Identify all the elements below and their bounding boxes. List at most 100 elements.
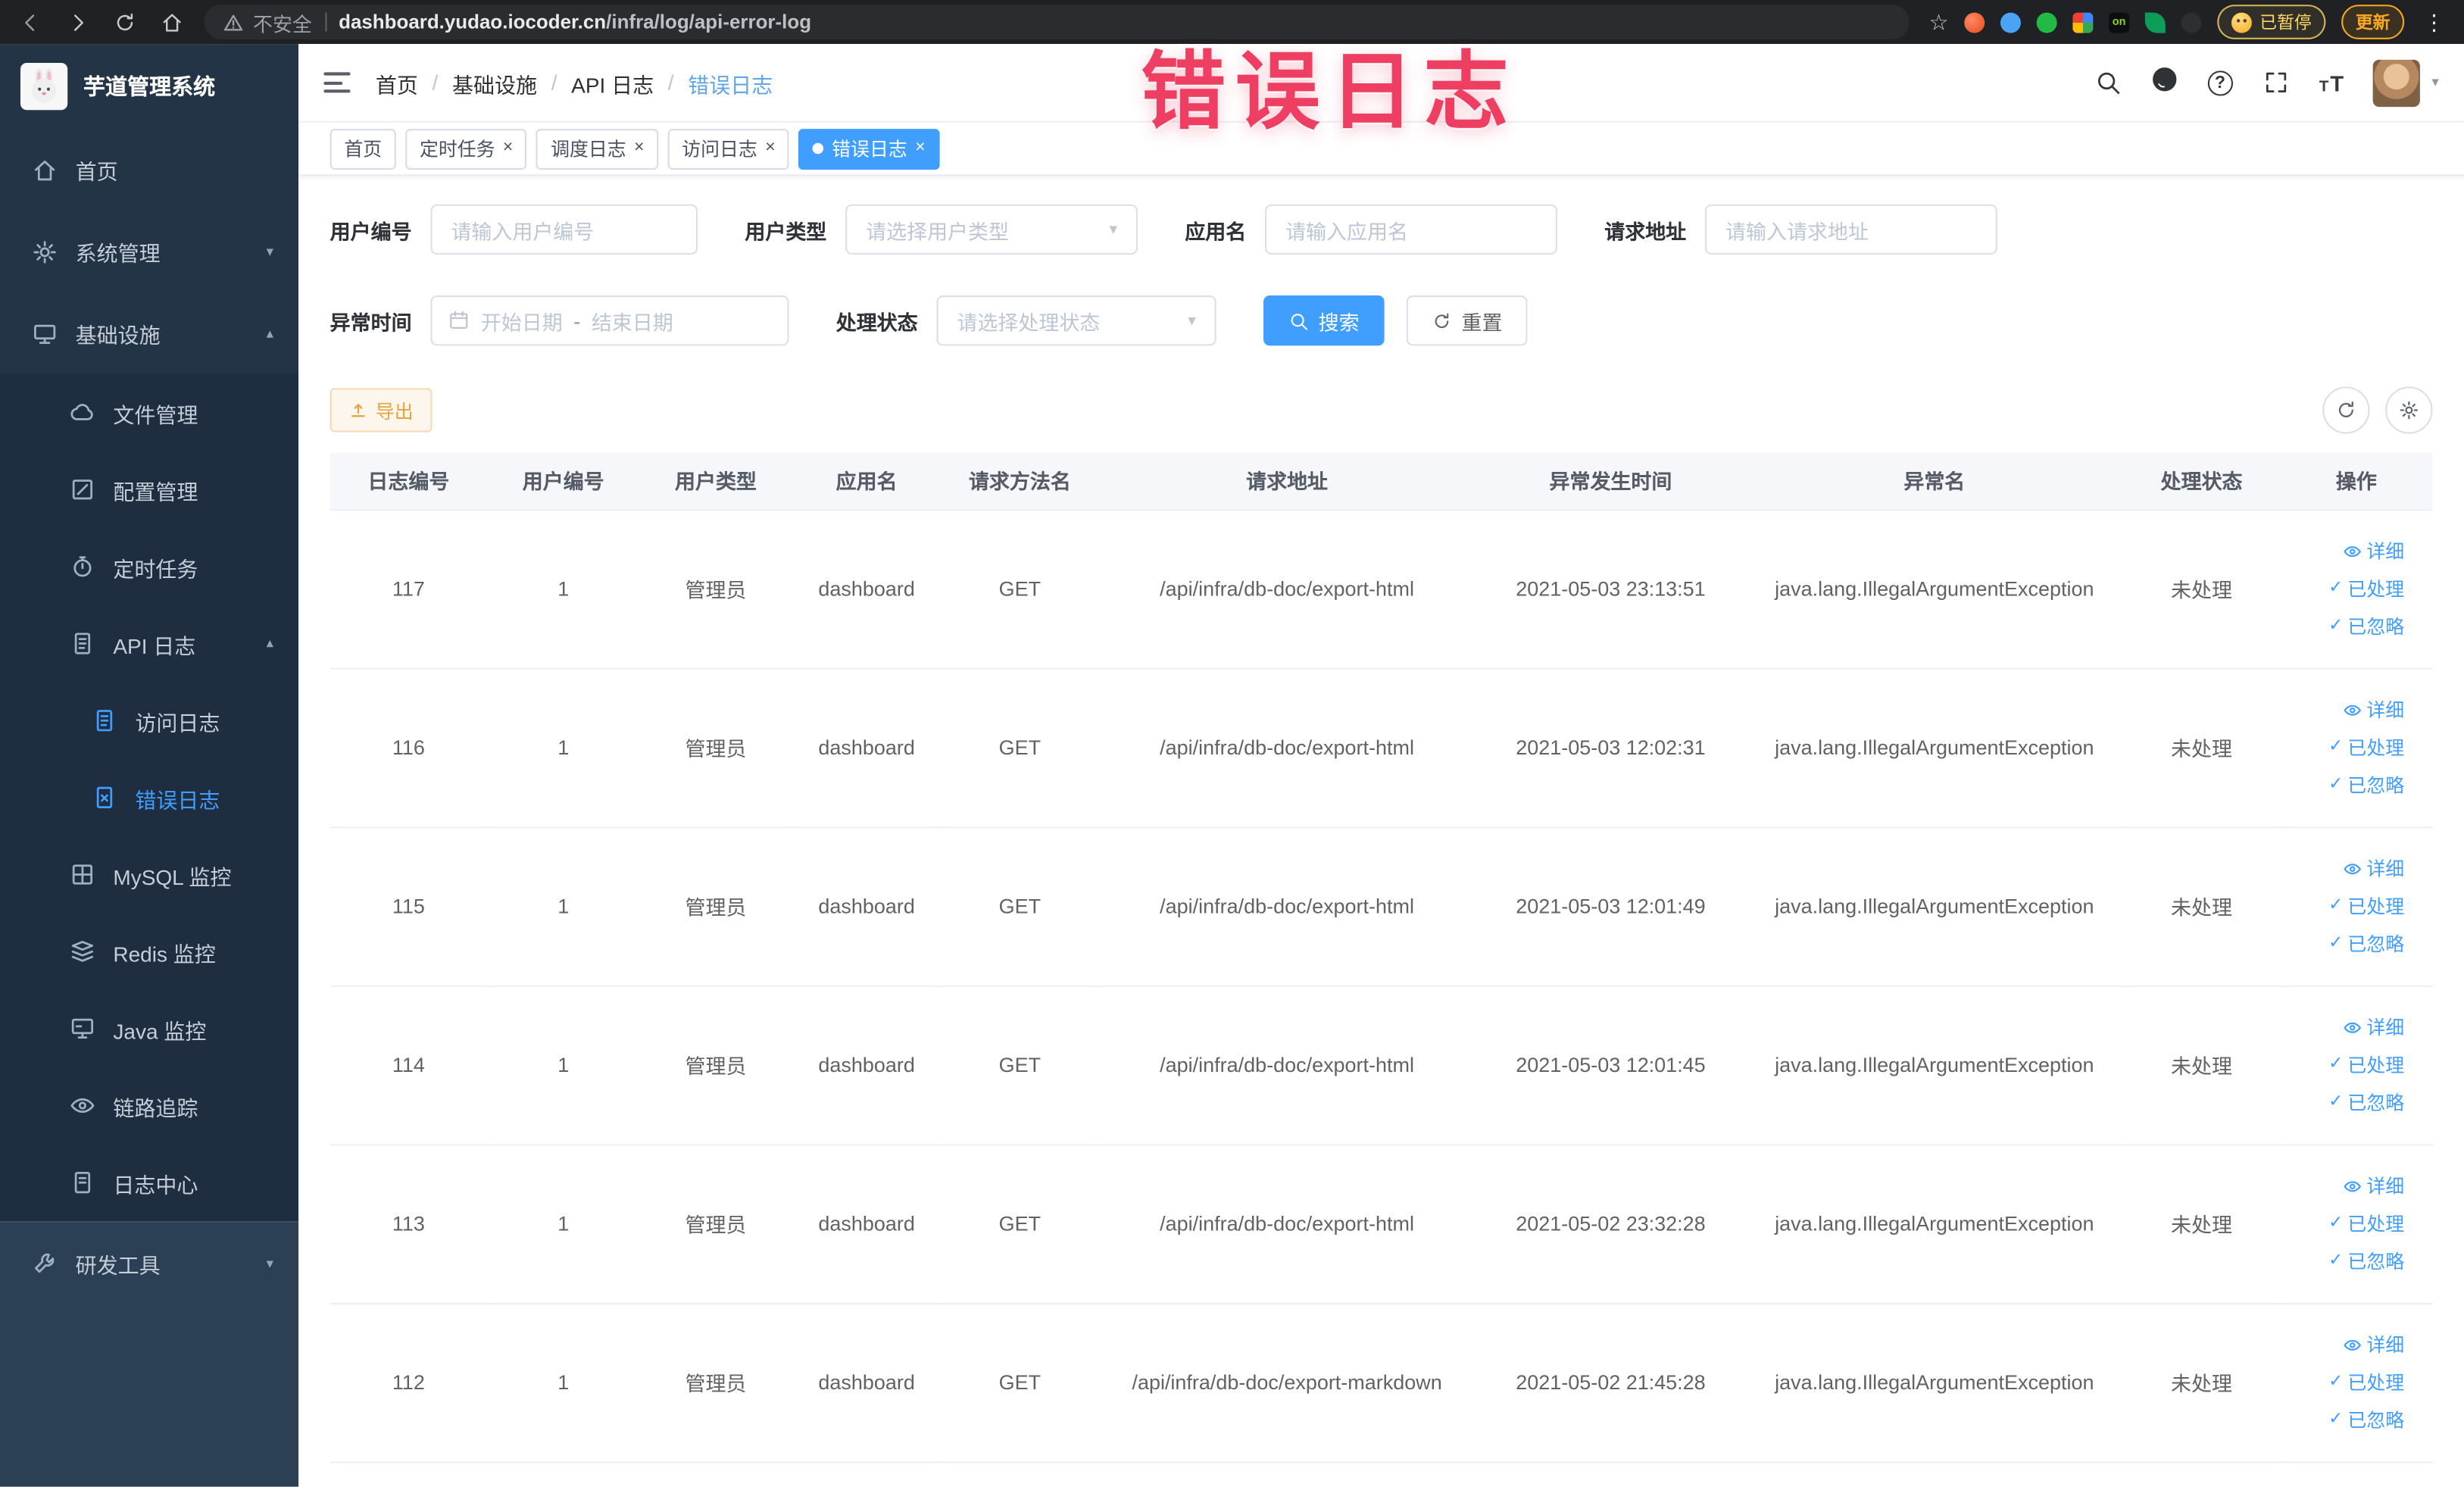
help-icon[interactable]: ? <box>2207 70 2233 95</box>
font-size-icon[interactable]: TT <box>2319 70 2344 95</box>
export-button[interactable]: 导出 <box>329 388 433 433</box>
detail-link[interactable]: 详细 <box>2343 696 2404 723</box>
extension-on-icon[interactable]: on <box>2109 11 2130 33</box>
tab-home[interactable]: 首页 <box>329 128 396 170</box>
request-url-input[interactable]: 请输入请求地址 <box>1705 204 1997 255</box>
tab-dispatch-log[interactable]: 调度日志 × <box>536 128 659 170</box>
cell-exception-name: java.lang.IllegalArgumentException <box>1745 1302 2123 1463</box>
reset-button[interactable]: 重置 <box>1406 295 1528 346</box>
cell-method: GET <box>941 509 1099 669</box>
chevron-down-icon[interactable]: ▾ <box>2431 74 2438 92</box>
ignored-link[interactable]: ✓ 已忽略 <box>2328 613 2404 639</box>
extension-grid-icon[interactable] <box>2072 11 2094 33</box>
ignored-link[interactable]: ✓ 已忽略 <box>2328 772 2404 798</box>
date-separator: - <box>573 308 581 333</box>
tab-scheduled-jobs[interactable]: 定时任务 × <box>405 128 527 170</box>
sidebar-item-config-mgmt[interactable]: 配置管理 <box>0 451 298 528</box>
sidebar-item-file-mgmt[interactable]: 文件管理 <box>0 374 298 451</box>
close-icon[interactable]: × <box>765 139 775 158</box>
avatar[interactable] <box>2373 58 2421 107</box>
forward-icon[interactable] <box>66 10 89 33</box>
cell-request-url: /api/infra/db-doc/export-markdown <box>1098 1302 1476 1463</box>
sidebar-item-error-log[interactable]: 错误日志 <box>0 759 298 836</box>
app-name-input[interactable]: 请输入应用名 <box>1265 204 1558 255</box>
active-dot <box>813 142 824 155</box>
reload-icon[interactable] <box>113 10 136 33</box>
page-content: 用户编号 请输入用户编号 用户类型 请选择用户类型 ▾ 应用名 请输入应用名 请求… <box>298 176 2464 1487</box>
sidebar-item-infra[interactable]: 基础设施 ▴ <box>0 292 298 374</box>
cell-method: GET <box>941 1144 1099 1304</box>
cell-log-id: 113 <box>329 1144 488 1304</box>
warning-icon <box>223 12 244 33</box>
github-icon[interactable] <box>2151 65 2178 100</box>
processed-link[interactable]: ✓ 已处理 <box>2328 892 2404 919</box>
sidebar-bottom: 研发工具 ▾ <box>0 1220 299 1487</box>
processed-link[interactable]: ✓ 已处理 <box>2328 1369 2404 1395</box>
browser-menu-icon[interactable]: ⋮ <box>2423 8 2445 35</box>
ignored-link[interactable]: ✓ 已忽略 <box>2328 1407 2404 1433</box>
processed-link[interactable]: ✓ 已处理 <box>2328 575 2404 601</box>
processed-link[interactable]: ✓ 已处理 <box>2328 1051 2404 1078</box>
fullscreen-icon[interactable] <box>2263 69 2289 95</box>
detail-link[interactable]: 详细 <box>2343 1014 2404 1040</box>
extension-leaf-icon[interactable] <box>2144 11 2166 33</box>
sidebar-item-log-center[interactable]: 日志中心 <box>0 1144 298 1221</box>
timer-icon <box>69 553 95 579</box>
tab-access-log[interactable]: 访问日志 × <box>667 128 790 170</box>
close-icon[interactable]: × <box>634 139 644 158</box>
bookmark-star-icon[interactable]: ☆ <box>1928 8 1948 35</box>
col-actions: 操作 <box>2280 452 2433 511</box>
update-button[interactable]: 更新 <box>2341 5 2405 39</box>
breadcrumb-infra[interactable]: 基础设施 <box>452 67 537 98</box>
ignored-link[interactable]: ✓ 已忽略 <box>2328 1248 2404 1274</box>
extension-paw-icon[interactable] <box>2181 11 2202 33</box>
sidebar-item-access-log[interactable]: 访问日志 <box>0 682 298 759</box>
tab-error-log[interactable]: 错误日志 × <box>798 128 940 170</box>
detail-link[interactable]: 详细 <box>2343 855 2404 882</box>
extension-red-icon[interactable] <box>1964 11 1985 33</box>
home-icon[interactable] <box>161 10 184 33</box>
cell-exception-name: java.lang.IllegalArgumentException <box>1745 509 2123 669</box>
search-button[interactable]: 搜索 <box>1263 295 1385 346</box>
close-icon[interactable]: × <box>915 139 925 158</box>
table-body: 117 1 管理员 dashboard GET /api/infra/db-do… <box>329 509 2433 1463</box>
breadcrumb-home[interactable]: 首页 <box>376 67 418 98</box>
ignored-link[interactable]: ✓ 已忽略 <box>2328 930 2404 957</box>
detail-link[interactable]: 详细 <box>2343 1331 2404 1357</box>
sidebar-item-label: 系统管理 <box>75 242 161 266</box>
address-bar[interactable]: 不安全 dashboard.yudao.iocoder.cn/infra/log… <box>204 5 1910 39</box>
sidebar-item-scheduled-jobs[interactable]: 定时任务 <box>0 528 298 605</box>
ignored-link[interactable]: ✓ 已忽略 <box>2328 1089 2404 1116</box>
breadcrumb-api-log[interactable]: API 日志 <box>571 67 654 98</box>
back-icon[interactable] <box>19 10 42 33</box>
extension-green-icon[interactable] <box>2036 11 2057 33</box>
col-user-type: 用户类型 <box>639 452 792 511</box>
detail-link[interactable]: 详细 <box>2343 538 2404 564</box>
processed-link[interactable]: ✓ 已处理 <box>2328 734 2404 761</box>
paused-badge[interactable]: 已暂停 <box>2217 5 2326 39</box>
extension-blue-icon[interactable] <box>2000 11 2021 33</box>
sidebar-item-tracing[interactable]: 链路追踪 <box>0 1067 298 1145</box>
check-icon: ✓ <box>2328 578 2344 598</box>
sidebar-item-mysql-monitor[interactable]: MySQL 监控 <box>0 836 298 914</box>
user-type-select[interactable]: 请选择用户类型 ▾ <box>845 204 1138 255</box>
processed-link[interactable]: ✓ 已处理 <box>2328 1210 2404 1236</box>
hamburger-icon[interactable] <box>323 72 351 93</box>
sidebar-item-dev-tools[interactable]: 研发工具 ▾ <box>0 1223 298 1304</box>
close-icon[interactable]: × <box>503 139 513 158</box>
date-range-picker[interactable]: 开始日期 - 结束日期 <box>430 295 789 346</box>
sidebar-item-java-monitor[interactable]: Java 监控 <box>0 990 298 1067</box>
user-id-input[interactable]: 请输入用户编号 <box>430 204 698 255</box>
app-logo[interactable]: 芋道管理系统 <box>0 44 298 129</box>
detail-link[interactable]: 详细 <box>2343 1173 2404 1199</box>
app-title: 芋道管理系统 <box>83 73 216 99</box>
sidebar-item-system[interactable]: 系统管理 ▾ <box>0 211 298 292</box>
sidebar-item-redis-monitor[interactable]: Redis 监控 <box>0 913 298 990</box>
process-status-select[interactable]: 请选择处理状态 ▾ <box>936 295 1216 346</box>
column-settings-button[interactable] <box>2385 386 2433 434</box>
refresh-button[interactable] <box>2322 386 2370 434</box>
sidebar-item-api-log[interactable]: API 日志 ▴ <box>0 605 298 683</box>
search-icon[interactable] <box>2094 69 2121 95</box>
sidebar-item-home[interactable]: 首页 <box>0 129 298 211</box>
not-secure-chip[interactable]: 不安全 <box>223 7 312 36</box>
